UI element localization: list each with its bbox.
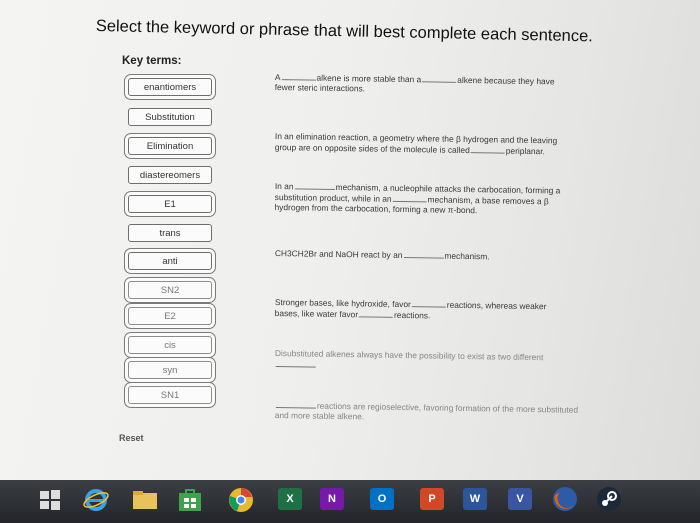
sentence-text: mechanism. bbox=[444, 250, 490, 262]
word-icon[interactable]: W bbox=[463, 488, 487, 510]
sentence-text: reactions, whereas weaker bbox=[446, 299, 547, 312]
steam-icon[interactable] bbox=[596, 486, 622, 512]
sentence-text: alkene because they have bbox=[457, 74, 555, 87]
answer-blank[interactable] bbox=[275, 399, 316, 409]
sentence-text: CH3CH2Br and NaOH react by an bbox=[274, 247, 403, 261]
answer-blank[interactable] bbox=[275, 358, 316, 368]
answer-blank[interactable] bbox=[411, 298, 446, 308]
store-icon[interactable] bbox=[178, 488, 202, 512]
powerpoint-icon[interactable]: P bbox=[420, 488, 444, 510]
sentence-text: group are on opposite sides of the molec… bbox=[274, 141, 470, 156]
firefox-icon[interactable] bbox=[552, 486, 578, 512]
answer-blank[interactable] bbox=[281, 71, 316, 81]
sentence-6: Disubstituted alkenes always have the po… bbox=[275, 348, 543, 373]
screen-content: Select the keyword or phrase that will b… bbox=[0, 0, 700, 480]
term-e2[interactable]: E2 bbox=[128, 307, 212, 325]
excel-icon[interactable]: X bbox=[278, 488, 302, 510]
sentence-7: reactions are regioselective, favoring f… bbox=[275, 399, 578, 425]
sentence-text: periplanar. bbox=[505, 145, 545, 157]
key-terms-label: Key terms: bbox=[122, 55, 182, 67]
term-trans[interactable]: trans bbox=[128, 224, 212, 242]
answer-blank[interactable] bbox=[294, 180, 335, 190]
sentence-text: hydrogen from the carbocation, forming a… bbox=[274, 201, 478, 216]
term-elimination[interactable]: Elimination bbox=[128, 137, 212, 155]
sentence-text: Stronger bases, like hydroxide, favor bbox=[274, 296, 411, 310]
sentence-5: Stronger bases, like hydroxide, favor rea… bbox=[275, 296, 547, 322]
term-sn1[interactable]: SN1 bbox=[128, 386, 212, 404]
term-cis[interactable]: cis bbox=[128, 336, 212, 354]
windows-start-icon[interactable] bbox=[40, 490, 60, 510]
page-title: Select the keyword or phrase that will b… bbox=[95, 17, 594, 46]
sentence-text: reactions. bbox=[393, 309, 431, 321]
sentence-text: fewer steric interactions. bbox=[274, 81, 366, 94]
sentence-text: In an bbox=[274, 180, 294, 192]
chrome-icon[interactable] bbox=[228, 487, 254, 513]
sentence-1: Aalkene is more stable than a alkene beca… bbox=[275, 71, 555, 96]
internet-explorer-icon[interactable] bbox=[83, 487, 109, 513]
term-diastereomers[interactable]: diastereomers bbox=[128, 166, 212, 184]
answer-blank[interactable] bbox=[359, 308, 394, 318]
term-anti[interactable]: anti bbox=[128, 252, 212, 270]
answer-blank[interactable] bbox=[422, 73, 457, 83]
sentence-text: A bbox=[274, 71, 281, 83]
term-enantiomers[interactable]: enantiomers bbox=[128, 78, 212, 96]
answer-blank[interactable] bbox=[392, 192, 427, 203]
reset-button[interactable]: Reset bbox=[119, 433, 144, 443]
sentence-text: and more stable alkene. bbox=[274, 409, 365, 422]
sentence-3: In an mechanism, a nucleophile attacks th… bbox=[274, 180, 560, 216]
outlook-icon[interactable]: O bbox=[370, 488, 394, 510]
term-substitution[interactable]: Substitution bbox=[128, 108, 212, 126]
file-explorer-icon[interactable] bbox=[132, 490, 158, 510]
sentence-2: In an elimination reaction, a geometry w… bbox=[275, 131, 558, 156]
visio-icon[interactable]: V bbox=[508, 488, 532, 510]
sentence-4: CH3CH2Br and NaOH react by an mechanism. bbox=[275, 247, 490, 261]
term-sn2[interactable]: SN2 bbox=[128, 281, 212, 299]
term-syn[interactable]: syn bbox=[128, 361, 212, 379]
term-e1[interactable]: E1 bbox=[128, 195, 212, 213]
onenote-icon[interactable]: N bbox=[320, 488, 344, 510]
answer-blank[interactable] bbox=[470, 144, 505, 154]
answer-blank[interactable] bbox=[403, 249, 444, 259]
sentence-text: bases, like water favor bbox=[274, 307, 359, 320]
